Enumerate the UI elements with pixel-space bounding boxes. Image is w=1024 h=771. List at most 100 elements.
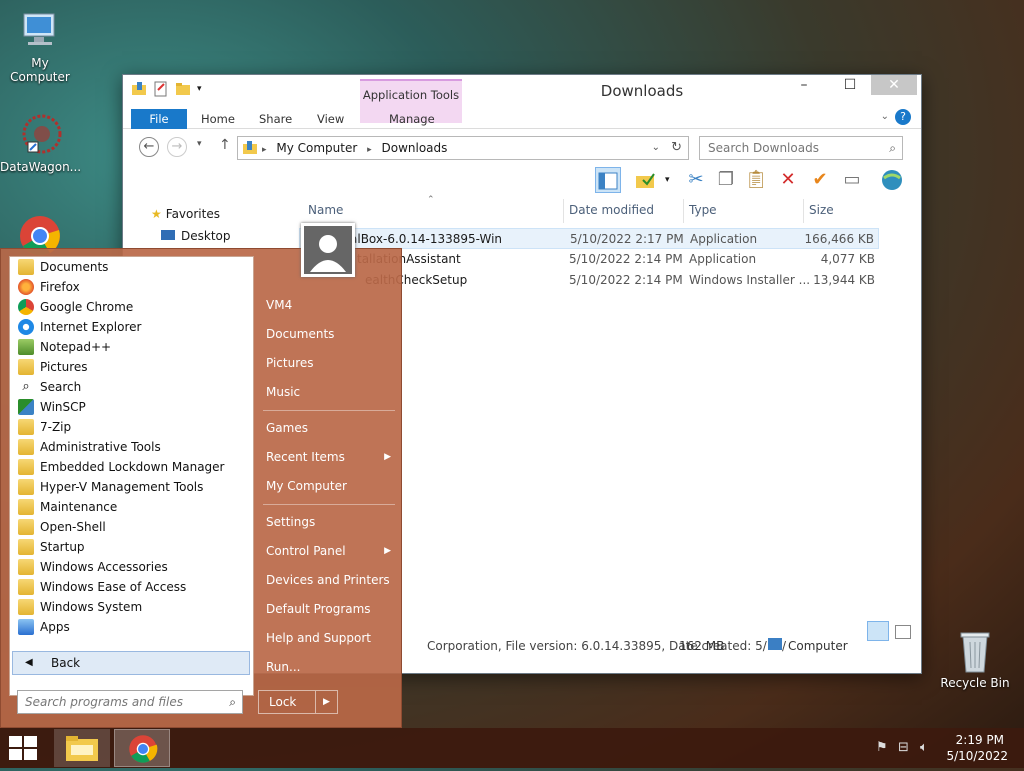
program-item[interactable]: Startup xyxy=(10,537,253,557)
place-user[interactable]: VM4 xyxy=(259,291,399,320)
help-icon[interactable]: ? xyxy=(895,109,911,125)
copy-icon[interactable]: ❐ xyxy=(713,167,739,193)
program-item[interactable]: Embedded Lockdown Manager xyxy=(10,457,253,477)
network-globe-icon[interactable] xyxy=(879,167,905,193)
table-row[interactable]: alBox-6.0.14-133895-Win 5/10/2022 2:17 P… xyxy=(299,228,879,249)
address-dropdown-chevron-icon[interactable]: ⌄ xyxy=(652,137,660,159)
close-button[interactable]: ✕ xyxy=(871,75,917,95)
folder-options-chevron-icon[interactable]: ▾ xyxy=(665,175,670,185)
place-settings[interactable]: Settings xyxy=(259,508,399,537)
program-item[interactable]: WinSCP xyxy=(10,397,253,417)
place-music[interactable]: Music xyxy=(259,378,399,407)
desktop-icon-recycle-bin[interactable]: Recycle Bin xyxy=(935,630,1015,690)
star-icon: ★ xyxy=(151,207,162,221)
place-my-computer[interactable]: My Computer xyxy=(259,472,399,501)
maximize-button[interactable]: ☐ xyxy=(837,75,863,95)
action-center-flag-icon[interactable]: ⚑ xyxy=(876,740,888,755)
search-placeholder: Search Downloads xyxy=(708,141,819,155)
program-item[interactable]: Hyper-V Management Tools xyxy=(10,477,253,497)
minimize-button[interactable]: – xyxy=(791,75,817,95)
clock-date[interactable]: 5/10/2022 xyxy=(946,749,1008,763)
submenu-arrow-icon: ▶ xyxy=(384,452,391,462)
program-item[interactable]: Windows Ease of Access xyxy=(10,577,253,597)
program-item[interactable]: Internet Explorer xyxy=(10,317,253,337)
place-default-programs[interactable]: Default Programs xyxy=(259,595,399,624)
file-size: 166,466 KB xyxy=(804,232,874,246)
program-item[interactable]: Windows System xyxy=(10,597,253,617)
search-programs-input[interactable]: Search programs and files ⌕ xyxy=(17,690,243,714)
clock-time[interactable]: 2:19 PM xyxy=(956,733,1004,747)
place-games[interactable]: Games xyxy=(259,414,399,443)
column-header-type[interactable]: Type xyxy=(689,203,717,217)
delete-icon[interactable]: ✕ xyxy=(775,167,801,193)
place-help-support[interactable]: Help and Support xyxy=(259,624,399,653)
nav-favorites[interactable]: ★ Favorites xyxy=(151,207,220,221)
program-item[interactable]: Apps xyxy=(10,617,253,637)
place-run[interactable]: Run... xyxy=(259,653,399,682)
program-item[interactable]: Pictures xyxy=(10,357,253,377)
taskbar-explorer[interactable] xyxy=(54,729,110,767)
program-item[interactable]: ⌕ Search xyxy=(10,377,253,397)
program-item[interactable]: Firefox xyxy=(10,277,253,297)
program-item[interactable]: Maintenance xyxy=(10,497,253,517)
apps-icon xyxy=(18,619,34,635)
back-button[interactable]: ◀ Back xyxy=(12,651,250,675)
desktop-icon-my-computer[interactable]: My Computer xyxy=(0,10,80,84)
column-divider[interactable] xyxy=(563,199,564,223)
column-divider[interactable] xyxy=(803,199,804,223)
program-item-label: WinSCP xyxy=(40,400,86,414)
program-item[interactable]: Documents xyxy=(10,257,253,277)
network-icon[interactable]: ⊟ xyxy=(898,740,909,755)
separator xyxy=(263,504,395,505)
column-header-size[interactable]: Size xyxy=(809,203,834,217)
place-control-panel[interactable]: Control Panel ▶ xyxy=(259,537,399,566)
folder-options-icon[interactable] xyxy=(633,167,659,193)
ribbon-expand-chevron-icon[interactable]: ⌄ xyxy=(881,111,889,122)
preview-pane-icon[interactable] xyxy=(595,167,621,193)
program-item-label: Firefox xyxy=(40,280,80,294)
program-item[interactable]: Open-Shell xyxy=(10,517,253,537)
place-recent-items[interactable]: Recent Items ▶ xyxy=(259,443,399,472)
tab-share[interactable]: Share xyxy=(259,109,292,129)
start-places: VM4 Documents Pictures Music Games Recen… xyxy=(259,291,399,682)
shutdown-options-arrow-icon[interactable]: ▶ xyxy=(315,691,337,713)
refresh-icon[interactable]: ↻ xyxy=(671,137,682,159)
search-input[interactable]: Search Downloads ⌕ xyxy=(699,136,903,160)
place-pictures[interactable]: Pictures xyxy=(259,349,399,378)
forward-arrow-icon[interactable]: → xyxy=(167,137,187,157)
user-avatar[interactable] xyxy=(301,223,355,277)
breadcrumb-downloads[interactable]: Downloads xyxy=(381,141,447,155)
rename-icon[interactable]: ▭ xyxy=(839,167,865,193)
program-item[interactable]: Administrative Tools xyxy=(10,437,253,457)
program-item[interactable]: Windows Accessories xyxy=(10,557,253,577)
tab-file[interactable]: File xyxy=(131,109,187,129)
place-devices-printers[interactable]: Devices and Printers xyxy=(259,566,399,595)
program-item[interactable]: 7-Zip xyxy=(10,417,253,437)
tab-home[interactable]: Home xyxy=(201,109,235,129)
tab-view[interactable]: View xyxy=(317,109,344,129)
breadcrumb-my-computer[interactable]: My Computer xyxy=(276,141,357,155)
program-item[interactable]: Google Chrome xyxy=(10,297,253,317)
lock-button[interactable]: Lock ▶ xyxy=(258,690,338,714)
title-bar: ▾ Application Tools Downloads – ☐ ✕ xyxy=(123,75,921,123)
address-bar[interactable]: ▸ My Computer ▸ Downloads ⌄ ↻ xyxy=(237,136,689,160)
cut-icon[interactable]: ✂ xyxy=(683,167,709,193)
column-divider[interactable] xyxy=(683,199,684,223)
select-icon[interactable]: ✔ xyxy=(807,167,833,193)
up-arrow-icon[interactable]: ↑ xyxy=(219,137,231,153)
start-button[interactable] xyxy=(0,728,48,768)
program-item-label: Windows Accessories xyxy=(40,560,168,574)
back-arrow-icon[interactable]: ← xyxy=(139,137,159,157)
nav-desktop[interactable]: Desktop xyxy=(161,229,231,243)
program-item[interactable]: Notepad++ xyxy=(10,337,253,357)
place-documents[interactable]: Documents xyxy=(259,320,399,349)
paste-icon[interactable]: 📋︎ xyxy=(743,167,769,193)
taskbar-chrome[interactable] xyxy=(114,729,170,767)
volume-muted-icon[interactable]: 🔈︎ xyxy=(920,740,928,755)
recent-locations-chevron-icon[interactable]: ▾ xyxy=(197,139,202,149)
desktop-icon-datawagon[interactable]: DataWagon... xyxy=(0,114,81,174)
address-row: ← → ▾ ↑ ▸ My Computer ▸ Downloads ⌄ ↻ Se… xyxy=(123,129,921,163)
column-header-name[interactable]: Name xyxy=(308,203,343,217)
tab-manage[interactable]: Manage xyxy=(389,109,435,129)
column-header-date[interactable]: Date modified xyxy=(569,203,654,217)
